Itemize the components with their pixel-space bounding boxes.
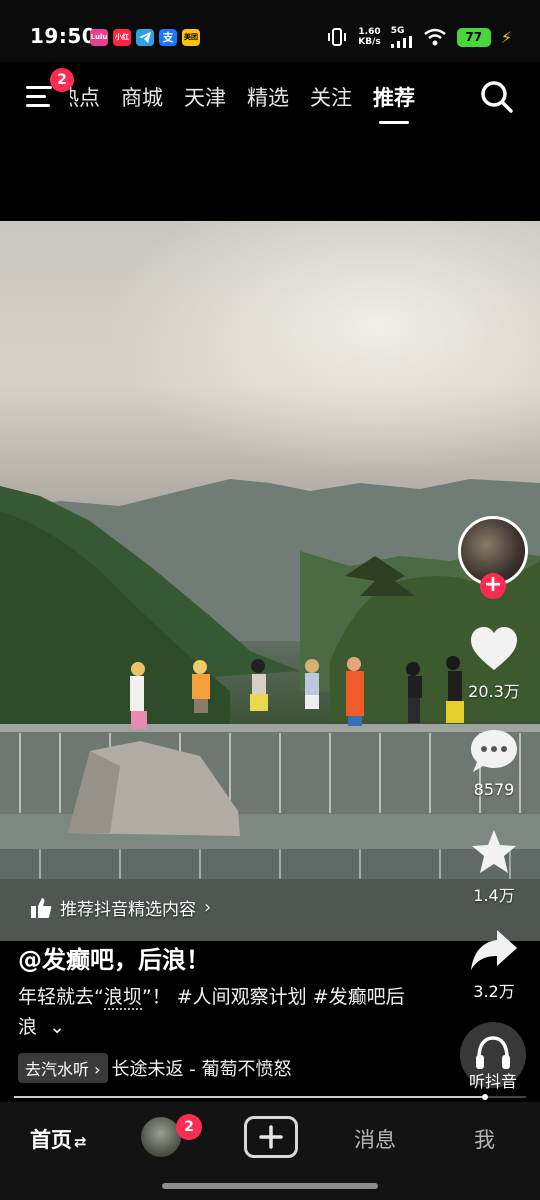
- tab-hot[interactable]: 热点: [70, 82, 100, 112]
- share-icon: [471, 930, 517, 970]
- progress-handle[interactable]: [482, 1094, 488, 1100]
- follow-plus-button[interactable]: +: [480, 573, 506, 599]
- favorite-action[interactable]: 1.4万: [458, 828, 530, 906]
- meituan-icon: 美团: [182, 29, 200, 46]
- telegram-icon: [136, 29, 154, 46]
- share-count: 3.2万: [473, 982, 515, 1001]
- progress-fill: [14, 1096, 486, 1098]
- tab-recommend[interactable]: 推荐: [373, 82, 415, 124]
- xiaohongshu-icon: 小红书: [113, 29, 131, 46]
- thumbs-up-icon: [31, 897, 52, 918]
- heart-icon: [471, 627, 517, 670]
- like-action[interactable]: 20.3万: [458, 626, 530, 702]
- chevron-right-icon: ›: [204, 897, 212, 918]
- charging-icon: ⚡: [500, 27, 512, 47]
- status-bar: 19:50 Lulu 小红书 支 美团 1.60 KB/s 5G: [0, 0, 540, 62]
- video-progress-bar[interactable]: [14, 1096, 526, 1098]
- switch-icon: ⇄: [74, 1133, 87, 1151]
- comment-action[interactable]: 8579: [458, 728, 530, 799]
- video-description: 年轻就去“浪坝”！ #人间观察计划 #发癫吧后浪 ⌄: [18, 986, 405, 1038]
- status-time: 19:50: [30, 24, 97, 48]
- nav-friends-thumbnail[interactable]: [141, 1117, 181, 1157]
- notification-app-icons: Lulu 小红书 支 美团: [90, 29, 200, 46]
- status-indicators: 1.60 KB/s 5G 77 ⚡: [326, 26, 512, 48]
- tab-tianjin[interactable]: 天津: [184, 82, 226, 112]
- listen-label: 听抖音: [468, 1072, 517, 1091]
- search-icon[interactable]: [480, 80, 514, 114]
- share-action[interactable]: 3.2万: [458, 928, 530, 1002]
- tab-featured[interactable]: 精选: [247, 82, 289, 112]
- music-title[interactable]: 长途未返 - 葡萄不愤怒: [112, 1055, 292, 1081]
- nav-me[interactable]: 我: [474, 1124, 495, 1154]
- like-count: 20.3万: [468, 682, 520, 701]
- expand-chevron-icon[interactable]: ⌄: [49, 1016, 65, 1038]
- net-speed: 1.60 KB/s: [358, 27, 381, 47]
- signal-icon: [390, 36, 412, 48]
- tab-following[interactable]: 关注: [310, 82, 352, 112]
- nav-messages[interactable]: 消息: [354, 1124, 396, 1154]
- recommend-label: 推荐抖音精选内容: [60, 900, 196, 920]
- comment-icon: [471, 730, 517, 772]
- cell-signal: 5G: [390, 26, 413, 48]
- go-qishui-chip[interactable]: 去汽水听 ›: [18, 1053, 108, 1083]
- nav-tabs: 热点 商城 天津 精选 关注 推荐: [58, 82, 436, 124]
- author-name[interactable]: @发癫吧，后浪！: [18, 940, 210, 975]
- wifi-icon: [423, 28, 446, 46]
- create-button[interactable]: [244, 1116, 298, 1158]
- battery-indicator: 77: [456, 27, 491, 47]
- home-indicator: [162, 1183, 378, 1189]
- vibrate-icon: [328, 28, 347, 46]
- alipay-icon: 支: [159, 29, 177, 46]
- star-icon: [472, 830, 516, 873]
- nav-home[interactable]: 首页 ⇄: [30, 1124, 87, 1154]
- favorite-count: 1.4万: [473, 886, 515, 905]
- comment-count: 8579: [473, 780, 515, 799]
- tab-mall[interactable]: 商城: [121, 82, 163, 112]
- keyword-link[interactable]: 浪坝: [103, 986, 142, 1010]
- music-row: 去汽水听 › 长途未返 - 葡萄不愤怒: [18, 1053, 291, 1083]
- lulu-icon: Lulu: [90, 29, 108, 46]
- plus-icon: [259, 1125, 283, 1149]
- top-nav: 2 热点 商城 天津 精选 关注 推荐: [0, 62, 540, 132]
- recommend-featured-link[interactable]: 推荐抖音精选内容 ›: [30, 895, 211, 920]
- friends-badge: 2: [176, 1114, 202, 1140]
